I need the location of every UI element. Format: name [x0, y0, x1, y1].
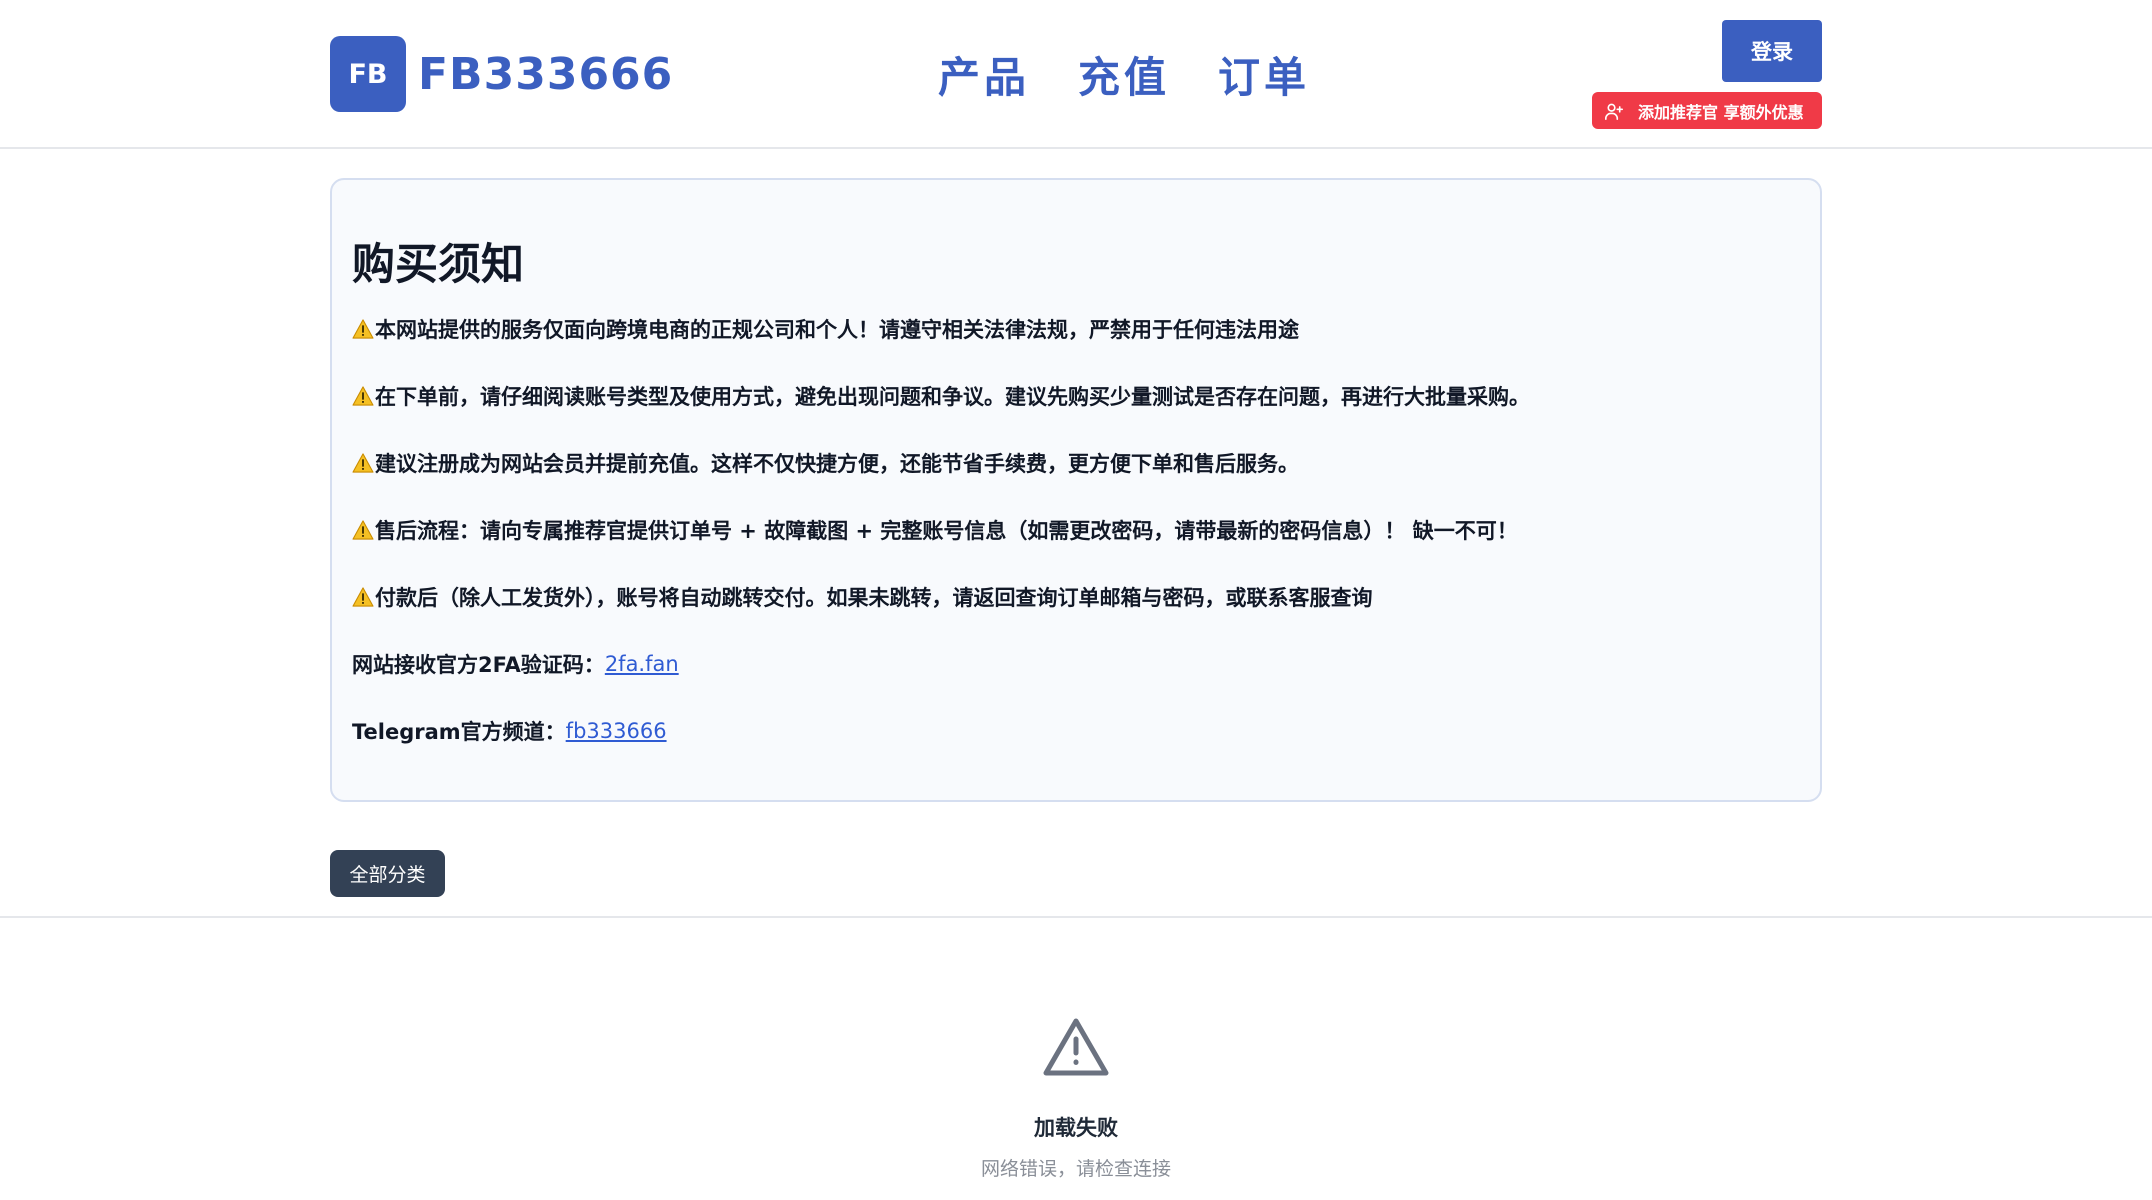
- nav-item-orders[interactable]: 订单: [1218, 44, 1310, 105]
- telegram-line: Telegram官方频道： fb333666: [352, 716, 667, 746]
- warning-triangle-icon: [1043, 1018, 1109, 1076]
- error-title: 加载失败: [1034, 1116, 1118, 1140]
- notice-item: 售后流程：请向专属推荐官提供订单号 + 故障截图 + 完整账号信息（如需更改密码…: [352, 515, 1518, 545]
- warning-icon: [352, 453, 374, 473]
- nav-item-products[interactable]: 产品: [938, 44, 1030, 105]
- twofa-link[interactable]: 2fa.fan: [605, 652, 679, 676]
- twofa-line: 网站接收官方2FA验证码： 2fa.fan: [352, 649, 679, 679]
- warning-icon: [352, 319, 374, 339]
- warning-icon: [352, 587, 374, 607]
- brand-logo: FB: [330, 36, 406, 112]
- error-subtitle: 网络错误，请检查连接: [980, 1158, 1171, 1180]
- warning-icon: [352, 520, 374, 540]
- add-referrer-button[interactable]: 添加推荐官 享额外优惠: [1592, 92, 1822, 129]
- site-header: FB FB333666 产品 充值 订单 登录 添加推荐官 享额外优惠: [0, 0, 2152, 149]
- nav-item-recharge[interactable]: 充值: [1078, 44, 1170, 105]
- main-nav: 产品 充值 订单: [938, 44, 1310, 105]
- brand[interactable]: FB FB333666: [330, 36, 673, 112]
- notice-text: 付款后（除人工发货外），账号将自动跳转交付。如果未跳转，请返回查询订单邮箱与密码…: [375, 586, 1373, 610]
- notice-item: 在下单前，请仔细阅读账号类型及使用方式，避免出现问题和争议。建议先购买少量测试是…: [352, 381, 1530, 411]
- category-all-button[interactable]: 全部分类: [330, 850, 445, 897]
- add-referrer-label: 添加推荐官 享额外优惠: [1638, 102, 1804, 122]
- page: FB FB333666 产品 充值 订单 登录 添加推荐官 享额外优惠 购买须知…: [0, 0, 2152, 1200]
- notice-text: 建议注册成为网站会员并提前充值。这样不仅快捷方便，还能节省手续费，更方便下单和售…: [375, 452, 1299, 476]
- login-button[interactable]: 登录: [1722, 20, 1822, 82]
- twofa-label: 网站接收官方2FA验证码：: [352, 653, 605, 677]
- notice-item: 本网站提供的服务仅面向跨境电商的正规公司和个人！请遵守相关法律法规，严禁用于任何…: [352, 314, 1299, 344]
- notice-item: 建议注册成为网站会员并提前充值。这样不仅快捷方便，还能节省手续费，更方便下单和售…: [352, 448, 1299, 478]
- notice-text: 在下单前，请仔细阅读账号类型及使用方式，避免出现问题和争议。建议先购买少量测试是…: [375, 385, 1530, 409]
- section-divider: [0, 916, 2152, 918]
- user-plus-icon: [1605, 103, 1623, 120]
- notice-item: 付款后（除人工发货外），账号将自动跳转交付。如果未跳转，请返回查询订单邮箱与密码…: [352, 582, 1373, 612]
- brand-name: FB333666: [418, 48, 674, 100]
- notice-title: 购买须知: [352, 240, 524, 290]
- telegram-link[interactable]: fb333666: [566, 719, 667, 743]
- notice-text: 售后流程：请向专属推荐官提供订单号 + 故障截图 + 完整账号信息（如需更改密码…: [375, 519, 1518, 543]
- purchase-notice-card: 购买须知 本网站提供的服务仅面向跨境电商的正规公司和个人！请遵守相关法律法规，严…: [330, 178, 1822, 802]
- notice-text: 本网站提供的服务仅面向跨境电商的正规公司和个人！请遵守相关法律法规，严禁用于任何…: [375, 318, 1299, 342]
- warning-icon: [352, 386, 374, 406]
- telegram-label: Telegram官方频道：: [352, 720, 566, 744]
